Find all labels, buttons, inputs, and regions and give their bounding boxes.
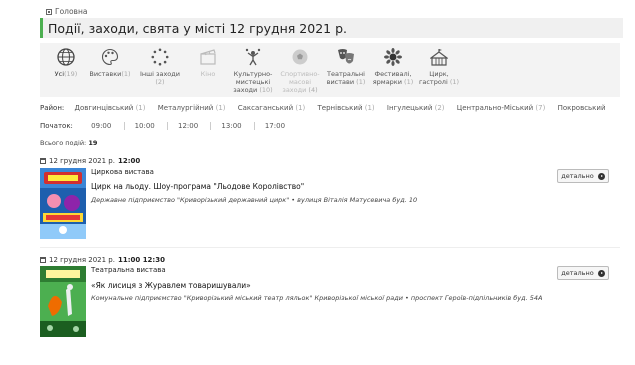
district-item[interactable]: Саксаганський (1) — [238, 104, 306, 112]
time-filter: Початок: 09:00 10:00 12:00 13:00 17:00 — [40, 122, 295, 130]
page-title-bar: Події, заходи, свята у місті 12 грудня 2… — [40, 18, 623, 38]
circus-tent-icon — [430, 49, 448, 66]
theatre-masks-icon — [338, 49, 354, 64]
juggler-icon — [245, 48, 261, 66]
total-count: 19 — [88, 139, 98, 147]
district-label: Район: — [40, 104, 65, 112]
time-label: Початок: — [40, 122, 73, 130]
category-other-events-label: Інші заходи — [140, 70, 180, 78]
arrow-right-icon — [597, 269, 605, 277]
time-option[interactable]: 12:00 — [167, 122, 208, 130]
category-exhibitions-label: Виставки — [89, 70, 122, 78]
event-title[interactable]: Цирк на льоду. Шоу-програма "Льодове Кор… — [91, 182, 304, 191]
district-item[interactable]: Центрально-Міський (7) — [457, 104, 546, 112]
soccer-ball-icon — [292, 49, 308, 65]
breadcrumb: Головна — [46, 7, 87, 16]
globe-icon — [57, 48, 75, 66]
event-type: Театральна вистава — [91, 266, 166, 274]
event-place: Державне підприємство "Криворізький держ… — [91, 196, 418, 204]
district-item[interactable]: Тернівський (1) — [318, 104, 375, 112]
time-option[interactable]: 10:00 — [123, 122, 165, 130]
event-place: Комунальне підприємство "Криворізький мі… — [91, 294, 543, 302]
category-cinema-label: Кіно — [200, 70, 216, 78]
district-item[interactable]: Покровський — [558, 104, 606, 112]
details-button[interactable]: детально — [557, 169, 609, 183]
district-item[interactable]: Інгулецький (2) — [387, 104, 445, 112]
page-title: Події, заходи, свята у місті 12 грудня 2… — [48, 21, 347, 36]
category-filter-bar: Усі(19) Виставки(1) Інші заходи (2) Кіно — [40, 43, 620, 97]
time-option[interactable]: 13:00 — [210, 122, 251, 130]
category-all-label: Усі — [54, 70, 64, 78]
arrow-right-icon — [597, 172, 605, 180]
calendar-icon — [40, 257, 46, 263]
time-option[interactable]: 17:00 — [253, 122, 295, 130]
calendar-icon — [40, 158, 46, 164]
event-title[interactable]: «Як лисиця з Журавлем товаришували» — [91, 281, 251, 290]
event-poster[interactable] — [40, 266, 86, 337]
circus-poster-image — [40, 168, 86, 239]
dots-circle-icon — [151, 48, 169, 66]
event-date: 12 грудня 2021 р. 12:00 — [40, 157, 140, 165]
time-option[interactable]: 09:00 — [81, 122, 121, 130]
breadcrumb-home-link[interactable]: Головна — [55, 7, 87, 16]
palette-icon — [102, 48, 119, 66]
details-button[interactable]: детально — [557, 266, 609, 280]
district-item[interactable]: Металургійний (1) — [158, 104, 226, 112]
sunflower-icon — [384, 48, 402, 66]
divider — [40, 247, 620, 248]
event-type: Циркова вистава — [91, 168, 154, 176]
total-events: Всього подій: 19 — [40, 139, 98, 147]
clapperboard-icon — [200, 49, 216, 65]
district-filter: Район: Довгинцівський (1) Металургійний … — [40, 104, 616, 112]
puppet-show-poster-image — [40, 266, 86, 337]
district-item[interactable]: Довгинцівський (1) — [75, 104, 146, 112]
event-poster[interactable] — [40, 168, 86, 239]
event-date: 12 грудня 2021 р. 11:00 12:30 — [40, 256, 165, 264]
category-circus-label: Цирк, гастролі — [418, 70, 449, 86]
home-icon — [46, 8, 52, 15]
